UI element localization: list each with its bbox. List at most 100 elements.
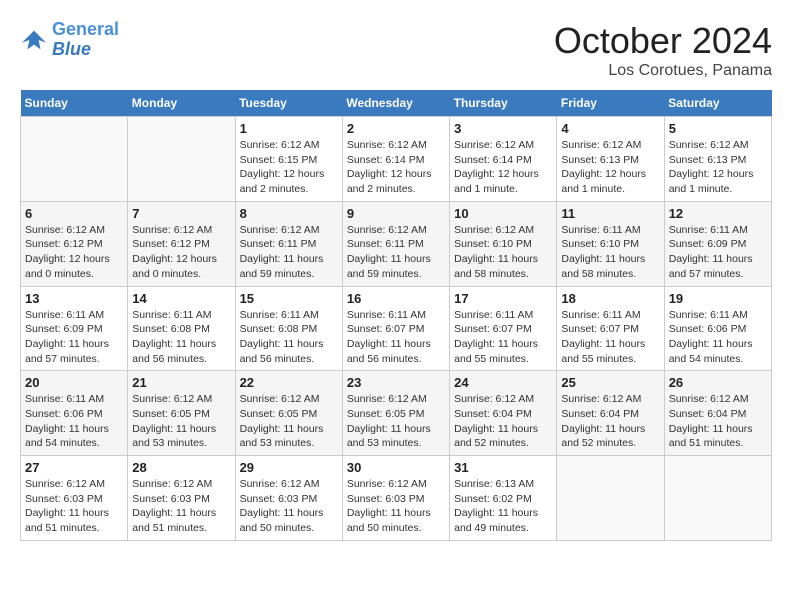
day-info: Sunrise: 6:12 AM Sunset: 6:05 PM Dayligh… <box>132 392 230 451</box>
calendar-week-row: 20 Sunrise: 6:11 AM Sunset: 6:06 PM Dayli… <box>21 371 772 456</box>
calendar-day-cell: 13Sunrise: 6:11 AM Sunset: 6:09 PM Dayli… <box>21 286 128 371</box>
calendar-day-cell: 14 Sunrise: 6:11 AM Sunset: 6:08 PM Dayli… <box>128 286 235 371</box>
day-number: 18 <box>561 291 659 306</box>
day-number: 25 <box>561 375 659 390</box>
calendar-day-cell: 23 Sunrise: 6:12 AM Sunset: 6:05 PM Dayli… <box>342 371 449 456</box>
day-number: 20 <box>25 375 123 390</box>
day-info: Sunrise: 6:11 AM Sunset: 6:06 PM Dayligh… <box>25 392 123 451</box>
calendar-day-cell: 7 Sunrise: 6:12 AM Sunset: 6:12 PM Daylig… <box>128 201 235 286</box>
calendar-day-cell: 22Sunrise: 6:12 AM Sunset: 6:05 PM Dayli… <box>235 371 342 456</box>
day-info: Sunrise: 6:11 AM Sunset: 6:09 PM Dayligh… <box>25 308 123 367</box>
calendar-day-cell: 27 Sunrise: 6:12 AM Sunset: 6:03 PM Dayli… <box>21 456 128 541</box>
calendar-day-cell: 24Sunrise: 6:12 AM Sunset: 6:04 PM Dayli… <box>450 371 557 456</box>
calendar-day-cell: 21 Sunrise: 6:12 AM Sunset: 6:05 PM Dayli… <box>128 371 235 456</box>
day-number: 26 <box>669 375 767 390</box>
day-info: Sunrise: 6:11 AM Sunset: 6:09 PM Dayligh… <box>669 223 767 282</box>
calendar-day-cell: 28 Sunrise: 6:12 AM Sunset: 6:03 PM Dayli… <box>128 456 235 541</box>
day-number: 3 <box>454 121 552 136</box>
day-info: Sunrise: 6:12 AM Sunset: 6:13 PM Dayligh… <box>561 138 659 197</box>
calendar-day-cell: 17 Sunrise: 6:11 AM Sunset: 6:07 PM Dayli… <box>450 286 557 371</box>
calendar-day-cell <box>557 456 664 541</box>
day-number: 23 <box>347 375 445 390</box>
day-info: Sunrise: 6:12 AM Sunset: 6:04 PM Dayligh… <box>561 392 659 451</box>
calendar-day-cell: 25 Sunrise: 6:12 AM Sunset: 6:04 PM Dayli… <box>557 371 664 456</box>
day-number: 2 <box>347 121 445 136</box>
calendar-day-cell: 11 Sunrise: 6:11 AM Sunset: 6:10 PM Dayli… <box>557 201 664 286</box>
calendar-body: 1 Sunrise: 6:12 AM Sunset: 6:15 PM Daylig… <box>21 117 772 541</box>
weekday-header-cell: Wednesday <box>342 90 449 117</box>
day-number: 4 <box>561 121 659 136</box>
calendar-day-cell: 4 Sunrise: 6:12 AM Sunset: 6:13 PM Daylig… <box>557 117 664 202</box>
day-number: 5 <box>669 121 767 136</box>
calendar-day-cell <box>128 117 235 202</box>
calendar-day-cell: 12 Sunrise: 6:11 AM Sunset: 6:09 PM Dayli… <box>664 201 771 286</box>
calendar-day-cell: 30Sunrise: 6:12 AM Sunset: 6:03 PM Dayli… <box>342 456 449 541</box>
calendar-day-cell: 26Sunrise: 6:12 AM Sunset: 6:04 PM Dayli… <box>664 371 771 456</box>
day-number: 21 <box>132 375 230 390</box>
calendar-day-cell: 16 Sunrise: 6:11 AM Sunset: 6:07 PM Dayli… <box>342 286 449 371</box>
day-number: 11 <box>561 206 659 221</box>
calendar-week-row: 27 Sunrise: 6:12 AM Sunset: 6:03 PM Dayli… <box>21 456 772 541</box>
day-number: 16 <box>347 291 445 306</box>
day-info: Sunrise: 6:12 AM Sunset: 6:03 PM Dayligh… <box>347 477 445 536</box>
day-number: 19 <box>669 291 767 306</box>
weekday-header-cell: Monday <box>128 90 235 117</box>
weekday-header-cell: Saturday <box>664 90 771 117</box>
day-info: Sunrise: 6:12 AM Sunset: 6:11 PM Dayligh… <box>240 223 338 282</box>
day-info: Sunrise: 6:12 AM Sunset: 6:12 PM Dayligh… <box>25 223 123 282</box>
logo-text: General Blue <box>52 20 119 60</box>
day-number: 10 <box>454 206 552 221</box>
day-info: Sunrise: 6:12 AM Sunset: 6:03 PM Dayligh… <box>240 477 338 536</box>
calendar-day-cell: 2 Sunrise: 6:12 AM Sunset: 6:14 PM Daylig… <box>342 117 449 202</box>
day-info: Sunrise: 6:11 AM Sunset: 6:07 PM Dayligh… <box>454 308 552 367</box>
day-number: 15 <box>240 291 338 306</box>
day-info: Sunrise: 6:12 AM Sunset: 6:04 PM Dayligh… <box>454 392 552 451</box>
logo: General Blue <box>20 20 119 60</box>
calendar-day-cell <box>21 117 128 202</box>
calendar-day-cell: 29 Sunrise: 6:12 AM Sunset: 6:03 PM Dayli… <box>235 456 342 541</box>
day-info: Sunrise: 6:12 AM Sunset: 6:05 PM Dayligh… <box>347 392 445 451</box>
day-number: 17 <box>454 291 552 306</box>
day-number: 9 <box>347 206 445 221</box>
day-number: 28 <box>132 460 230 475</box>
day-info: Sunrise: 6:12 AM Sunset: 6:05 PM Dayligh… <box>240 392 338 451</box>
weekday-header-cell: Thursday <box>450 90 557 117</box>
day-info: Sunrise: 6:11 AM Sunset: 6:08 PM Dayligh… <box>132 308 230 367</box>
title-block: October 2024 Los Corotues, Panama <box>554 20 772 80</box>
day-info: Sunrise: 6:12 AM Sunset: 6:14 PM Dayligh… <box>347 138 445 197</box>
day-number: 8 <box>240 206 338 221</box>
weekday-header-cell: Friday <box>557 90 664 117</box>
day-info: Sunrise: 6:11 AM Sunset: 6:06 PM Dayligh… <box>669 308 767 367</box>
day-number: 12 <box>669 206 767 221</box>
calendar-day-cell: 3Sunrise: 6:12 AM Sunset: 6:14 PM Daylig… <box>450 117 557 202</box>
calendar-week-row: 6 Sunrise: 6:12 AM Sunset: 6:12 PM Daylig… <box>21 201 772 286</box>
day-info: Sunrise: 6:12 AM Sunset: 6:12 PM Dayligh… <box>132 223 230 282</box>
day-number: 27 <box>25 460 123 475</box>
logo-bird-icon <box>20 26 48 54</box>
calendar-day-cell: 5Sunrise: 6:12 AM Sunset: 6:13 PM Daylig… <box>664 117 771 202</box>
day-info: Sunrise: 6:11 AM Sunset: 6:10 PM Dayligh… <box>561 223 659 282</box>
calendar-day-cell <box>664 456 771 541</box>
day-info: Sunrise: 6:12 AM Sunset: 6:03 PM Dayligh… <box>25 477 123 536</box>
day-info: Sunrise: 6:11 AM Sunset: 6:07 PM Dayligh… <box>347 308 445 367</box>
day-number: 7 <box>132 206 230 221</box>
calendar-day-cell: 15Sunrise: 6:11 AM Sunset: 6:08 PM Dayli… <box>235 286 342 371</box>
month-title: October 2024 <box>554 20 772 62</box>
calendar-day-cell: 8 Sunrise: 6:12 AM Sunset: 6:11 PM Daylig… <box>235 201 342 286</box>
day-info: Sunrise: 6:12 AM Sunset: 6:03 PM Dayligh… <box>132 477 230 536</box>
day-number: 6 <box>25 206 123 221</box>
day-number: 29 <box>240 460 338 475</box>
day-info: Sunrise: 6:12 AM Sunset: 6:15 PM Dayligh… <box>240 138 338 197</box>
page-header: General Blue October 2024 Los Corotues, … <box>20 20 772 80</box>
calendar-day-cell: 18 Sunrise: 6:11 AM Sunset: 6:07 PM Dayli… <box>557 286 664 371</box>
calendar-table: SundayMondayTuesdayWednesdayThursdayFrid… <box>20 90 772 541</box>
day-number: 1 <box>240 121 338 136</box>
day-number: 14 <box>132 291 230 306</box>
weekday-header-cell: Tuesday <box>235 90 342 117</box>
calendar-week-row: 1 Sunrise: 6:12 AM Sunset: 6:15 PM Daylig… <box>21 117 772 202</box>
location: Los Corotues, Panama <box>554 62 772 80</box>
day-info: Sunrise: 6:11 AM Sunset: 6:07 PM Dayligh… <box>561 308 659 367</box>
calendar-day-cell: 19 Sunrise: 6:11 AM Sunset: 6:06 PM Dayli… <box>664 286 771 371</box>
weekday-header-row: SundayMondayTuesdayWednesdayThursdayFrid… <box>21 90 772 117</box>
calendar-day-cell: 10Sunrise: 6:12 AM Sunset: 6:10 PM Dayli… <box>450 201 557 286</box>
